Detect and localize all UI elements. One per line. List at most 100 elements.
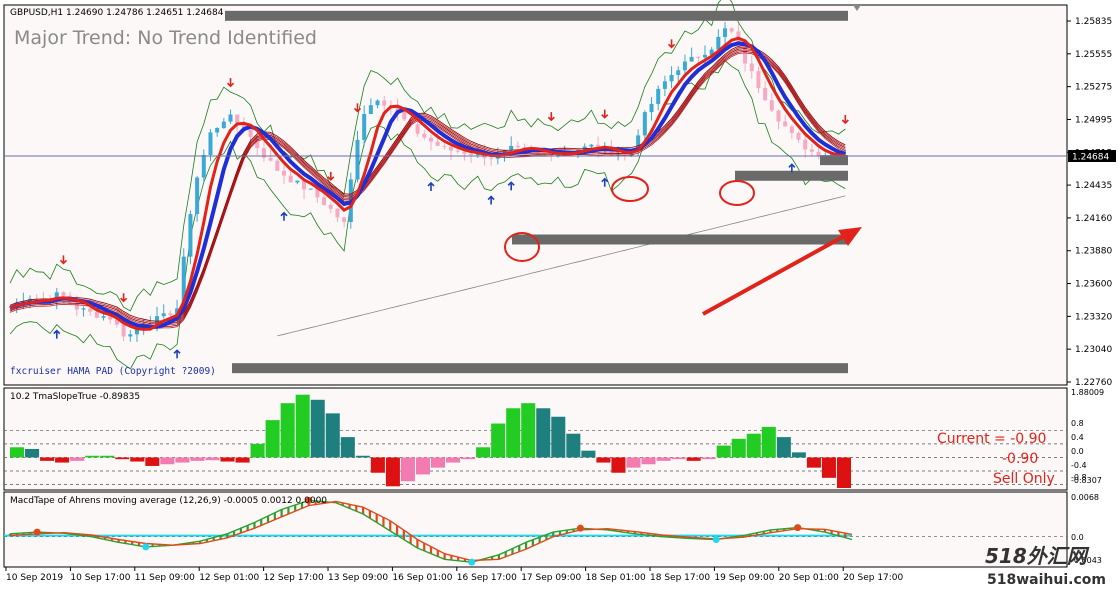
candle-body bbox=[462, 151, 467, 154]
candle-body bbox=[201, 154, 206, 178]
symbol-header: GBPUSD,H1 1.24690 1.24786 1.24651 1.2468… bbox=[10, 8, 224, 18]
candle-body bbox=[489, 158, 494, 160]
candle-body bbox=[729, 28, 734, 32]
candle-body bbox=[649, 103, 654, 113]
time-tick-label: 10 Sep 17:00 bbox=[70, 573, 130, 583]
candle-body bbox=[288, 175, 293, 183]
candle-body bbox=[208, 132, 213, 155]
price-tick-label: 1.25835 bbox=[1075, 17, 1112, 27]
candle-body bbox=[281, 170, 286, 176]
tma-histogram-bar bbox=[776, 437, 791, 458]
candle-body bbox=[689, 56, 694, 62]
tma-histogram-bar bbox=[596, 457, 611, 463]
tma-histogram-bar bbox=[821, 457, 836, 478]
tma-histogram-bar bbox=[400, 457, 415, 482]
tma-panel-title: 10.2 TmaSlopeTrue -0.89835 bbox=[10, 392, 140, 402]
tma-histogram-bar bbox=[671, 457, 686, 460]
tma-histogram-bar bbox=[235, 457, 250, 463]
tma-histogram-bar bbox=[250, 443, 265, 458]
candle-body bbox=[422, 133, 427, 138]
candle-body bbox=[161, 313, 166, 317]
candle-body bbox=[295, 180, 300, 183]
watermark-logo: 518外汇网 bbox=[985, 544, 1090, 568]
tma-histogram-bar bbox=[611, 457, 626, 473]
candle-body bbox=[322, 197, 327, 205]
candle-body bbox=[723, 28, 728, 37]
sr-level-bar bbox=[820, 155, 848, 166]
macd-trough-dot bbox=[468, 558, 476, 566]
candle-body bbox=[402, 111, 407, 120]
candle-body bbox=[789, 126, 794, 133]
candle-body bbox=[128, 334, 133, 337]
tma-histogram-bar bbox=[220, 457, 235, 462]
macd-tick-label: 0.0 bbox=[1071, 533, 1084, 542]
tma-histogram-bar bbox=[85, 455, 100, 458]
tma-histogram-bar bbox=[130, 457, 145, 462]
current-slope-annotation: Current = -0.90 bbox=[937, 431, 1046, 447]
tma-histogram-bar bbox=[701, 457, 716, 460]
tma-slope-panel[interactable] bbox=[3, 387, 1068, 491]
candle-body bbox=[656, 88, 661, 104]
candle-body bbox=[221, 121, 226, 129]
time-tick-label: 20 Sep 17:00 bbox=[843, 573, 903, 583]
time-tick-label: 16 Sep 01:00 bbox=[392, 573, 452, 583]
candle-body bbox=[368, 105, 373, 115]
tma-tick-label: 0.8 bbox=[1071, 419, 1084, 428]
tma-histogram-bar bbox=[686, 457, 701, 461]
tma-histogram-bar bbox=[40, 457, 55, 461]
tma-histogram-bar bbox=[370, 457, 385, 473]
candle-body bbox=[375, 100, 380, 106]
tma-histogram-bar bbox=[10, 447, 25, 458]
candle-body bbox=[589, 144, 594, 147]
candle-body bbox=[809, 149, 814, 152]
tma-histogram-bar bbox=[385, 457, 400, 487]
indicator-credit: fxcruiser HAMA PAD (Copyright ?2009) bbox=[10, 366, 216, 377]
tma-histogram-bar bbox=[446, 457, 461, 463]
candle-body bbox=[228, 114, 233, 122]
tma-histogram-bar bbox=[566, 433, 581, 458]
tma-histogram-bar bbox=[280, 403, 295, 458]
tma-histogram-bar bbox=[791, 452, 806, 458]
candle-body bbox=[435, 141, 440, 146]
candle-body bbox=[168, 313, 173, 316]
tma-tick-label: 0.4 bbox=[1071, 433, 1084, 442]
tma-histogram-bar bbox=[731, 438, 746, 458]
tma-tick-label: 1.88009 bbox=[1071, 388, 1104, 397]
candle-body bbox=[763, 87, 768, 101]
tma-tick-label: -0.4 bbox=[1071, 461, 1087, 470]
tma-histogram-bar bbox=[806, 457, 821, 468]
candle-body bbox=[716, 36, 721, 50]
macd-peak-dot bbox=[794, 524, 802, 532]
candle-body bbox=[509, 145, 514, 151]
tma-histogram-bar bbox=[115, 457, 130, 460]
candle-body bbox=[215, 128, 220, 133]
sell-only-annotation: Sell Only bbox=[993, 471, 1055, 487]
tma-histogram-bar bbox=[521, 403, 536, 458]
candle-body bbox=[429, 137, 433, 142]
candle-body bbox=[335, 208, 340, 218]
candle-body bbox=[662, 81, 667, 89]
candle-body bbox=[455, 150, 460, 152]
candle-body bbox=[355, 139, 360, 180]
tma-histogram-bar bbox=[340, 437, 355, 458]
current-price-label: 1.24684 bbox=[1072, 153, 1109, 163]
tma-histogram-bar bbox=[25, 448, 40, 458]
candle-body bbox=[783, 121, 788, 127]
candle-body bbox=[382, 100, 387, 106]
macd-trough-dot bbox=[712, 536, 720, 543]
candle-body bbox=[442, 145, 447, 147]
macd-trough-dot bbox=[142, 543, 150, 551]
candle-body bbox=[235, 114, 240, 124]
time-tick-label: 18 Sep 17:00 bbox=[650, 573, 710, 583]
candle-body bbox=[188, 214, 193, 257]
tma-histogram-bar bbox=[626, 457, 641, 468]
candle-body bbox=[749, 63, 754, 72]
tma-histogram-bar bbox=[295, 394, 310, 458]
tma-histogram-bar bbox=[461, 457, 476, 460]
tma-histogram-bar bbox=[415, 457, 430, 475]
candle-body bbox=[415, 124, 420, 134]
time-tick-label: 12 Sep 17:00 bbox=[264, 573, 324, 583]
tma-histogram-bar bbox=[746, 433, 761, 458]
tma-histogram-bar bbox=[190, 457, 205, 461]
tma-histogram-bar bbox=[551, 416, 566, 458]
